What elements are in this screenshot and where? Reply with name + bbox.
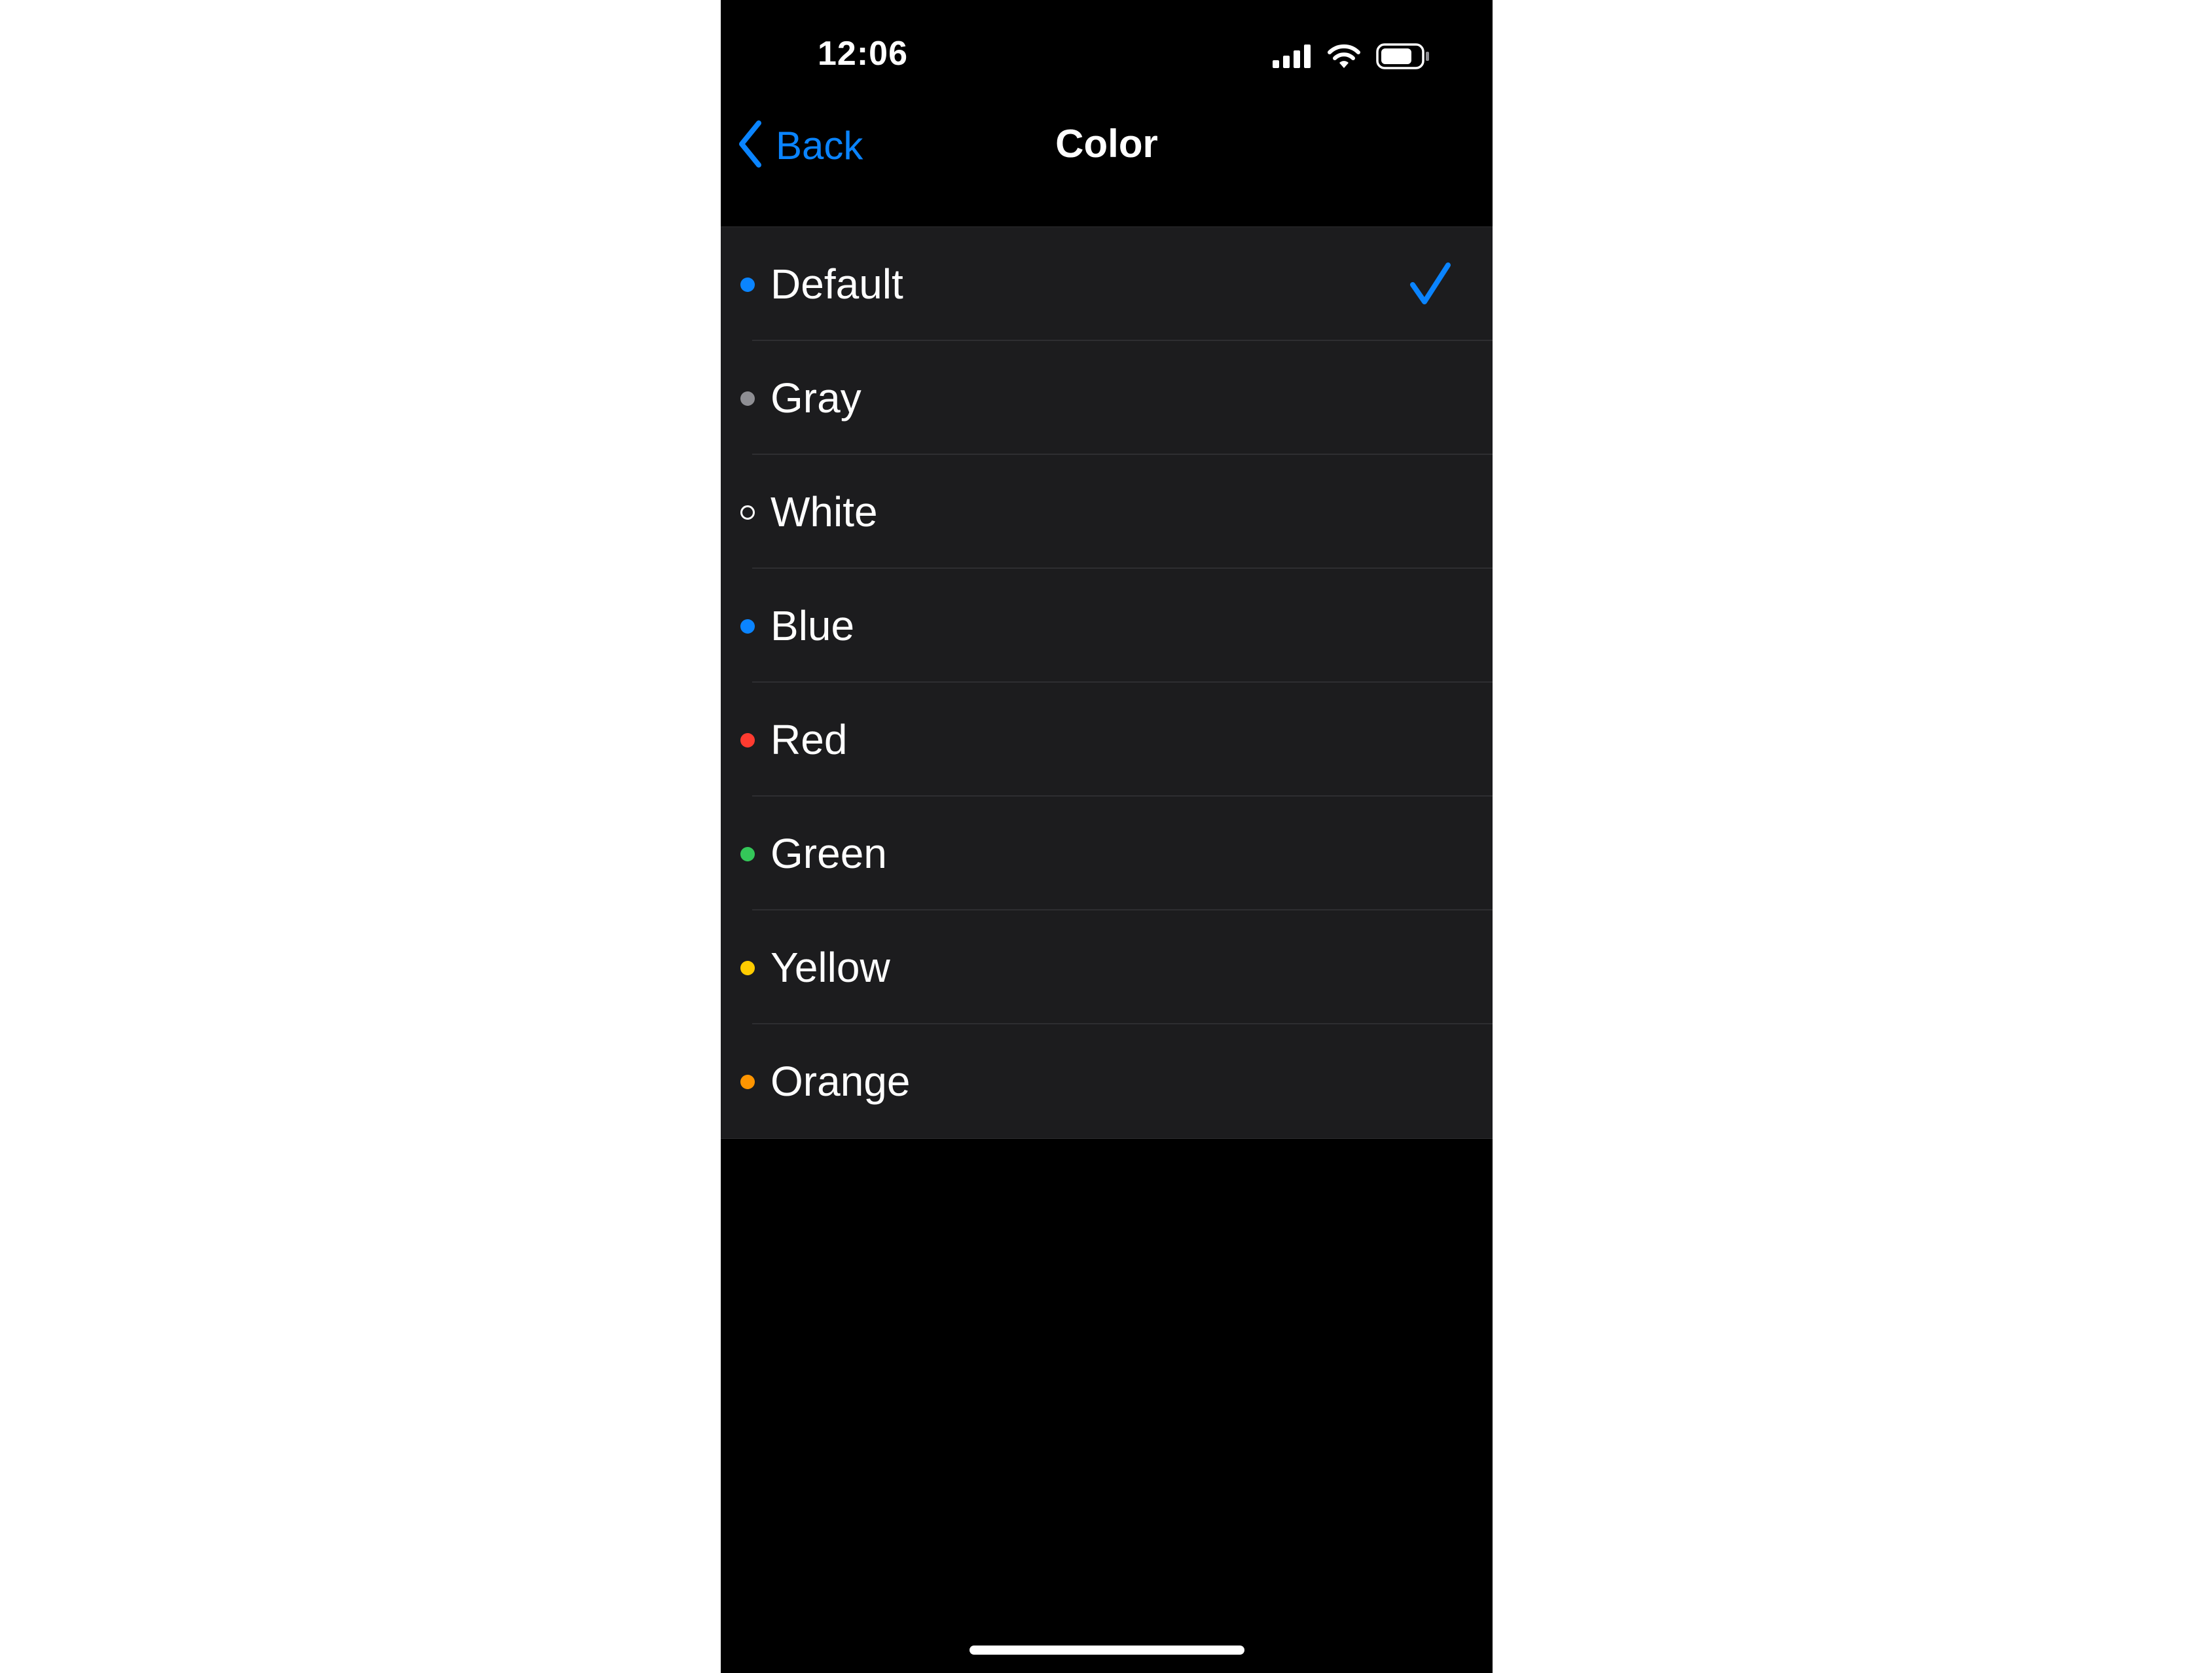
status-bar: 12:06 [721,0,1493,111]
checkmark-icon [1409,261,1452,310]
color-option-orange[interactable]: Orange [721,1024,1493,1138]
color-option-label: White [771,488,878,535]
color-option-label: Yellow [771,944,890,991]
color-option-label: Blue [771,602,855,649]
color-options-list: Default Gray White Blue Red Green Yellow Orange [721,226,1493,1139]
status-icons [1273,43,1430,73]
color-option-blue[interactable]: Blue [721,569,1493,683]
battery-icon [1376,43,1430,73]
color-option-default[interactable]: Default [721,227,1493,341]
color-dot-icon [740,961,755,975]
color-dot-icon [740,847,755,861]
color-dot-icon [740,391,755,406]
color-option-label: Green [771,830,887,877]
color-dot-icon [740,733,755,747]
wifi-icon [1326,43,1362,73]
color-option-label: Default [771,261,903,308]
color-option-white[interactable]: White [721,455,1493,569]
cellular-signal-icon [1273,45,1312,71]
color-option-gray[interactable]: Gray [721,341,1493,455]
color-dot-icon [740,619,755,634]
home-indicator[interactable] [970,1646,1244,1655]
color-dot-icon [740,278,755,292]
color-option-label: Red [771,716,848,763]
color-option-label: Gray [771,374,861,422]
color-option-red[interactable]: Red [721,683,1493,797]
color-dot-icon [740,505,755,520]
color-option-yellow[interactable]: Yellow [721,910,1493,1024]
status-time: 12:06 [818,35,908,73]
color-option-label: Orange [771,1058,911,1105]
color-dot-icon [740,1075,755,1089]
phone-screen: 12:06 Back Color Default Gray White Blue… [721,0,1493,1673]
page-title: Color [1055,122,1158,166]
color-option-green[interactable]: Green [721,797,1493,910]
